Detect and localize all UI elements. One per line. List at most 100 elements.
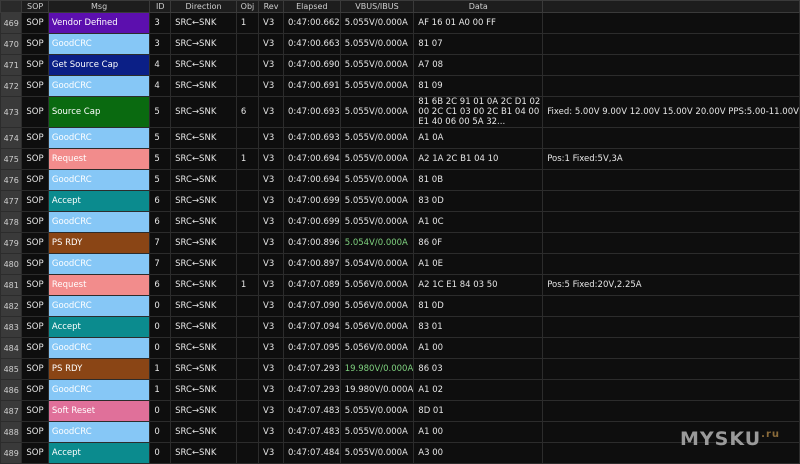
data-cell: A7 08 — [413, 54, 544, 76]
direction-cell: SRC←SNK — [170, 337, 237, 359]
msg-cell: Source Cap — [47, 96, 151, 128]
id-cell: 0 — [149, 442, 172, 464]
vbus-ibus-cell: 5.055V/0.000A — [339, 442, 415, 464]
column-header-vbus-ibus[interactable]: VBUS/IBUS — [339, 0, 415, 13]
table-row[interactable]: 484 SOP GoodCRC 0 SRC←SNK V3 0:47:07.095 5.056V… — [0, 337, 800, 359]
decoded-info-cell — [542, 379, 800, 401]
row-index-cell: 484 — [0, 337, 23, 359]
table-row[interactable]: 487 SOP Soft Reset 0 SRC→SNK V3 0:47:07.483 5.0… — [0, 400, 800, 422]
msg-cell: GoodCRC — [47, 75, 151, 97]
direction-cell: SRC←SNK — [170, 421, 237, 443]
rev-cell: V3 — [258, 96, 284, 128]
id-cell: 5 — [149, 169, 172, 191]
rev-cell: V3 — [258, 75, 284, 97]
sop-cell: SOP — [21, 75, 49, 97]
decoded-info-cell — [542, 232, 800, 254]
table-row[interactable]: 479 SOP PS RDY 7 SRC→SNK V3 0:47:00.896 5.054V/… — [0, 232, 800, 254]
data-cell: A1 0C — [413, 211, 544, 233]
column-header-elapsed[interactable]: Elapsed — [283, 0, 341, 13]
table-row[interactable]: 471 SOP Get Source Cap 4 SRC←SNK V3 0:47:00.69… — [0, 54, 800, 76]
decoded-info-cell — [542, 253, 800, 275]
column-header-data[interactable]: Data — [413, 0, 544, 13]
column-header-msg[interactable]: Msg — [47, 0, 151, 13]
column-header-direction[interactable]: Direction — [170, 0, 237, 13]
rev-cell: V3 — [258, 442, 284, 464]
data-cell: 81 0D — [413, 295, 544, 317]
decoded-info-cell — [542, 54, 800, 76]
rev-cell: V3 — [258, 127, 284, 149]
table-row[interactable]: 476 SOP GoodCRC 5 SRC→SNK V3 0:47:00.694 5.055V… — [0, 169, 800, 191]
vbus-ibus-cell: 5.055V/0.000A — [339, 127, 415, 149]
decoded-info-cell: Fixed: 5.00V 9.00V 12.00V 15.00V 20.00V … — [542, 96, 800, 128]
decoded-info-cell — [542, 169, 800, 191]
sop-cell: SOP — [21, 337, 49, 359]
vbus-ibus-cell: 5.055V/0.000A — [339, 190, 415, 212]
obj-cell — [235, 253, 260, 275]
column-header-index[interactable] — [0, 0, 23, 13]
rev-cell: V3 — [258, 253, 284, 275]
table-row[interactable]: 486 SOP GoodCRC 1 SRC←SNK V3 0:47:07.293 19.980… — [0, 379, 800, 401]
vbus-ibus-cell: 5.056V/0.000A — [339, 316, 415, 338]
sop-cell: SOP — [21, 442, 49, 464]
elapsed-cell: 0:47:07.483 — [283, 421, 341, 443]
table-row[interactable]: 483 SOP Accept 0 SRC→SNK V3 0:47:07.094 5.056V/… — [0, 316, 800, 338]
table-row[interactable]: 477 SOP Accept 6 SRC→SNK V3 0:47:00.699 5.055V/… — [0, 190, 800, 212]
row-index-cell: 474 — [0, 127, 23, 149]
rev-cell: V3 — [258, 148, 284, 170]
table-row[interactable]: 481 SOP Request 6 SRC←SNK 1 V3 0:47:07.089 5.056… — [0, 274, 800, 296]
row-index-cell: 471 — [0, 54, 23, 76]
table-row[interactable]: 478 SOP GoodCRC 6 SRC←SNK V3 0:47:00.699 5.055V… — [0, 211, 800, 233]
direction-cell: SRC→SNK — [170, 96, 237, 128]
elapsed-cell: 0:47:00.694 — [283, 148, 341, 170]
table-row[interactable]: 473 SOP Source Cap 5 SRC→SNK 6 V3 0:47:00.693 5.… — [0, 96, 800, 128]
table-row[interactable]: 485 SOP PS RDY 1 SRC→SNK V3 0:47:07.293 19.980V… — [0, 358, 800, 380]
id-cell: 3 — [149, 12, 172, 34]
row-index-cell: 475 — [0, 148, 23, 170]
direction-cell: SRC→SNK — [170, 316, 237, 338]
column-header-obj[interactable]: Obj — [235, 0, 260, 13]
id-cell: 4 — [149, 75, 172, 97]
data-cell: AF 16 01 A0 00 FF — [413, 12, 544, 34]
sop-cell: SOP — [21, 169, 49, 191]
direction-cell: SRC←SNK — [170, 274, 237, 296]
table-row[interactable]: 472 SOP GoodCRC 4 SRC→SNK V3 0:47:00.691 5.055V… — [0, 75, 800, 97]
column-header-extra[interactable] — [542, 0, 800, 13]
obj-cell — [235, 127, 260, 149]
elapsed-cell: 0:47:00.694 — [283, 169, 341, 191]
direction-cell: SRC→SNK — [170, 33, 237, 55]
id-cell: 1 — [149, 379, 172, 401]
table-row[interactable]: 475 SOP Request 5 SRC←SNK 1 V3 0:47:00.694 5.055… — [0, 148, 800, 170]
msg-cell: Vendor Defined — [47, 12, 151, 34]
data-cell: A2 1A 2C B1 04 10 — [413, 148, 544, 170]
rev-cell: V3 — [258, 211, 284, 233]
column-header-sop[interactable]: SOP — [21, 0, 49, 13]
table-row[interactable]: 480 SOP GoodCRC 7 SRC←SNK V3 0:47:00.897 5.054V… — [0, 253, 800, 275]
table-row[interactable]: 482 SOP GoodCRC 0 SRC→SNK V3 0:47:07.090 5.056V… — [0, 295, 800, 317]
sop-cell: SOP — [21, 379, 49, 401]
watermark-text: MYSKU — [680, 428, 762, 450]
row-index-cell: 477 — [0, 190, 23, 212]
obj-cell — [235, 400, 260, 422]
obj-cell: 1 — [235, 12, 260, 34]
elapsed-cell: 0:47:00.699 — [283, 211, 341, 233]
row-index-cell: 479 — [0, 232, 23, 254]
msg-cell: Request — [47, 148, 151, 170]
msg-cell: PS RDY — [47, 358, 151, 380]
obj-cell — [235, 54, 260, 76]
table-row[interactable]: 474 SOP GoodCRC 5 SRC←SNK V3 0:47:00.693 5.055V… — [0, 127, 800, 149]
msg-cell: GoodCRC — [47, 379, 151, 401]
column-header-rev[interactable]: Rev — [258, 0, 284, 13]
msg-cell: Request — [47, 274, 151, 296]
decoded-info-cell — [542, 358, 800, 380]
elapsed-cell: 0:47:00.897 — [283, 253, 341, 275]
id-cell: 7 — [149, 232, 172, 254]
table-row[interactable]: 470 SOP GoodCRC 3 SRC→SNK V3 0:47:00.663 5.055V… — [0, 33, 800, 55]
msg-cell: Get Source Cap — [47, 54, 151, 76]
row-index-cell: 486 — [0, 379, 23, 401]
obj-cell — [235, 190, 260, 212]
column-header-id[interactable]: ID — [149, 0, 172, 13]
table-row[interactable]: 469 SOP Vendor Defined 3 SRC←SNK 1 V3 0:47:00.6… — [0, 12, 800, 34]
elapsed-cell: 0:47:00.693 — [283, 96, 341, 128]
vbus-ibus-cell: 5.054V/0.000A — [339, 253, 415, 275]
row-index-cell: 473 — [0, 96, 23, 128]
